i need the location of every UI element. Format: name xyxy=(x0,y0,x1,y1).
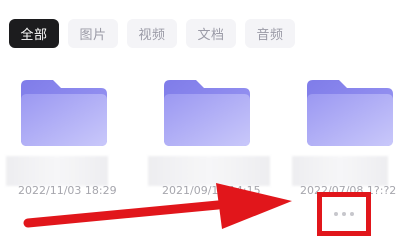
file-date: 2022/11/03 18:29 xyxy=(18,184,117,197)
folder-icon[interactable] xyxy=(19,78,109,148)
folder-icon[interactable] xyxy=(162,78,252,148)
tab-audio[interactable]: 音频 xyxy=(245,19,295,48)
more-button[interactable] xyxy=(317,192,371,236)
file-name xyxy=(148,156,270,186)
tab-videos[interactable]: 视频 xyxy=(127,19,177,48)
file-name xyxy=(292,156,388,186)
tab-all[interactable]: 全部 xyxy=(9,19,59,48)
more-horizontal-icon xyxy=(334,212,354,216)
folder-icon[interactable] xyxy=(305,78,395,148)
tab-images[interactable]: 图片 xyxy=(68,19,118,48)
file-name xyxy=(6,156,108,186)
file-date: 2021/09/17 14:15 xyxy=(162,184,261,197)
category-tabs: 全部 图片 视频 文档 音频 xyxy=(9,19,295,48)
tab-documents[interactable]: 文档 xyxy=(186,19,236,48)
